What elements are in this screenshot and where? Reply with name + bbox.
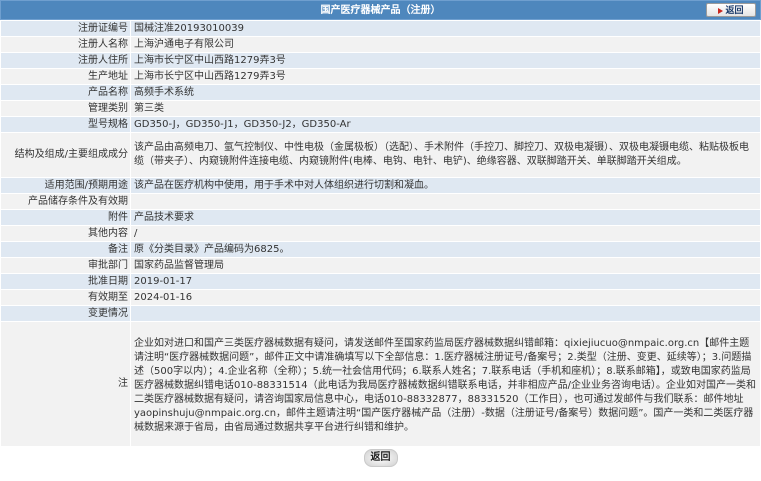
row-value: 上海市长宁区中山西路1279弄3号 [130,68,761,85]
header-bar: 国产医疗器械产品（注册） 返回 [0,0,761,20]
arrow-right-icon [718,7,724,14]
table-row: 其他内容 / [0,225,761,242]
row-value [130,193,761,210]
row-label: 批准日期 [0,273,131,290]
table-row: 注册人住所 上海市长宁区中山西路1279弄3号 [0,52,761,69]
detail-table: 注册证编号 国械注准20193010039 注册人名称 上海沪通电子有限公司 注… [0,20,761,447]
back-button-top[interactable]: 返回 [706,3,756,17]
row-label: 结构及组成/主要组成成分 [0,132,131,178]
table-row: 批准日期 2019-01-17 [0,273,761,290]
notes-label: 注 [0,321,131,447]
row-value: GD350-J，GD350-J1，GD350-J2，GD350-Ar [130,116,761,133]
notes-cell: 企业如对进口和国产三类医疗器械数据有疑问，请发送邮件至国家药监局医疗器械数据纠错… [130,321,761,447]
row-label: 审批部门 [0,257,131,274]
page: 国产医疗器械产品（注册） 返回 注册证编号 国械注准20193010039 注册… [0,0,761,467]
row-label: 产品名称 [0,84,131,101]
row-value: 国械注准20193010039 [130,20,761,37]
row-label: 附件 [0,209,131,226]
table-row: 适用范围/预期用途 该产品在医疗机构中使用，用于手术中对人体组织进行切割和凝血。 [0,177,761,194]
row-value: 原《分类目录》产品编码为6825。 [130,241,761,258]
back-button-top-label: 返回 [725,6,744,16]
back-button-bottom[interactable]: 返回 [363,449,398,467]
notes-row: 注 企业如对进口和国产三类医疗器械数据有疑问，请发送邮件至国家药监局医疗器械数据… [0,321,761,447]
row-label: 适用范围/预期用途 [0,177,131,194]
row-label: 注册人名称 [0,36,131,53]
table-row: 产品储存条件及有效期 [0,193,761,210]
table-row: 有效期至 2024-01-16 [0,289,761,306]
row-value: 2024-01-16 [130,289,761,306]
row-label: 型号规格 [0,116,131,133]
row-label: 备注 [0,241,131,258]
row-value: 上海市长宁区中山西路1279弄3号 [130,52,761,69]
row-label: 注册人住所 [0,52,131,69]
row-value: 第三类 [130,100,761,117]
row-label: 管理类别 [0,100,131,117]
row-value: 国家药品监督管理局 [130,257,761,274]
table-row: 变更情况 [0,305,761,322]
row-label: 其他内容 [0,225,131,242]
table-row: 结构及组成/主要组成成分 该产品由高频电刀、氩气控制仪、中性电极（金属极板）（选… [0,132,761,178]
row-value: 该产品在医疗机构中使用，用于手术中对人体组织进行切割和凝血。 [130,177,761,194]
page-title: 国产医疗器械产品（注册） [320,5,441,16]
row-value: 上海沪通电子有限公司 [130,36,761,53]
row-value [130,305,761,322]
row-value: / [130,225,761,242]
table-row: 注册证编号 国械注准20193010039 [0,20,761,37]
table-row: 审批部门 国家药品监督管理局 [0,257,761,274]
footer: 返回 [0,447,761,467]
row-label: 注册证编号 [0,20,131,37]
row-value: 该产品由高频电刀、氩气控制仪、中性电极（金属极板）（选配）、手术附件（手控刀、脚… [130,132,761,178]
table-row: 生产地址 上海市长宁区中山西路1279弄3号 [0,68,761,85]
row-value: 高频手术系统 [130,84,761,101]
table-row: 管理类别 第三类 [0,100,761,117]
table-row: 附件 产品技术要求 [0,209,761,226]
table-row: 注册人名称 上海沪通电子有限公司 [0,36,761,53]
row-label: 变更情况 [0,305,131,322]
table-row: 产品名称 高频手术系统 [0,84,761,101]
row-value: 产品技术要求 [130,209,761,226]
table-row: 型号规格 GD350-J，GD350-J1，GD350-J2，GD350-Ar [0,116,761,133]
table-row: 备注 原《分类目录》产品编码为6825。 [0,241,761,258]
notes-text: 企业如对进口和国产三类医疗器械数据有疑问，请发送邮件至国家药监局医疗器械数据纠错… [134,338,756,433]
row-label: 产品储存条件及有效期 [0,193,131,210]
row-label: 生产地址 [0,68,131,85]
row-label: 有效期至 [0,289,131,306]
row-value: 2019-01-17 [130,273,761,290]
